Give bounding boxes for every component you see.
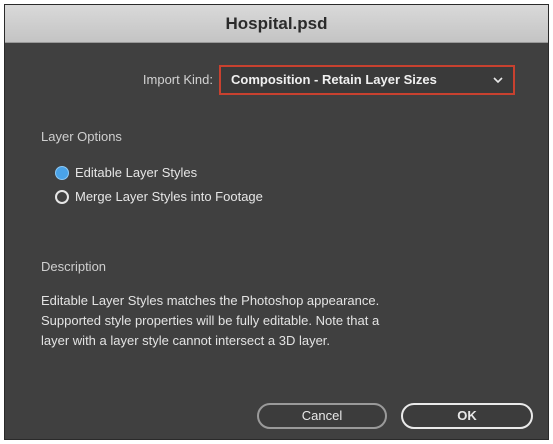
ok-button[interactable]: OK [401,403,533,429]
description-line: Editable Layer Styles matches the Photos… [41,293,380,308]
cancel-button[interactable]: Cancel [257,403,387,429]
radio-selected-icon[interactable] [55,166,69,180]
import-kind-dropdown[interactable]: Composition - Retain Layer Sizes [219,65,515,95]
import-kind-value: Composition - Retain Layer Sizes [231,72,437,87]
import-dialog: Hospital.psd Import Kind: Composition - … [4,4,549,440]
title-bar: Hospital.psd [5,5,548,43]
import-kind-label: Import Kind: [142,72,213,87]
description-line: Supported style properties will be fully… [41,313,380,328]
description-line: layer with a layer style cannot intersec… [41,333,331,348]
chevron-down-icon [493,77,503,84]
layer-options-heading: Layer Options [41,129,122,144]
radio-unselected-icon[interactable] [55,190,69,204]
import-kind-row: Import Kind: Composition - Retain Layer … [5,65,548,95]
radio-label: Editable Layer Styles [75,165,198,180]
dialog-title: Hospital.psd [225,14,328,33]
description-text: Editable Layer Styles matches the Photos… [41,291,511,351]
description-heading: Description [41,259,107,274]
radio-label: Merge Layer Styles into Footage [75,189,263,204]
